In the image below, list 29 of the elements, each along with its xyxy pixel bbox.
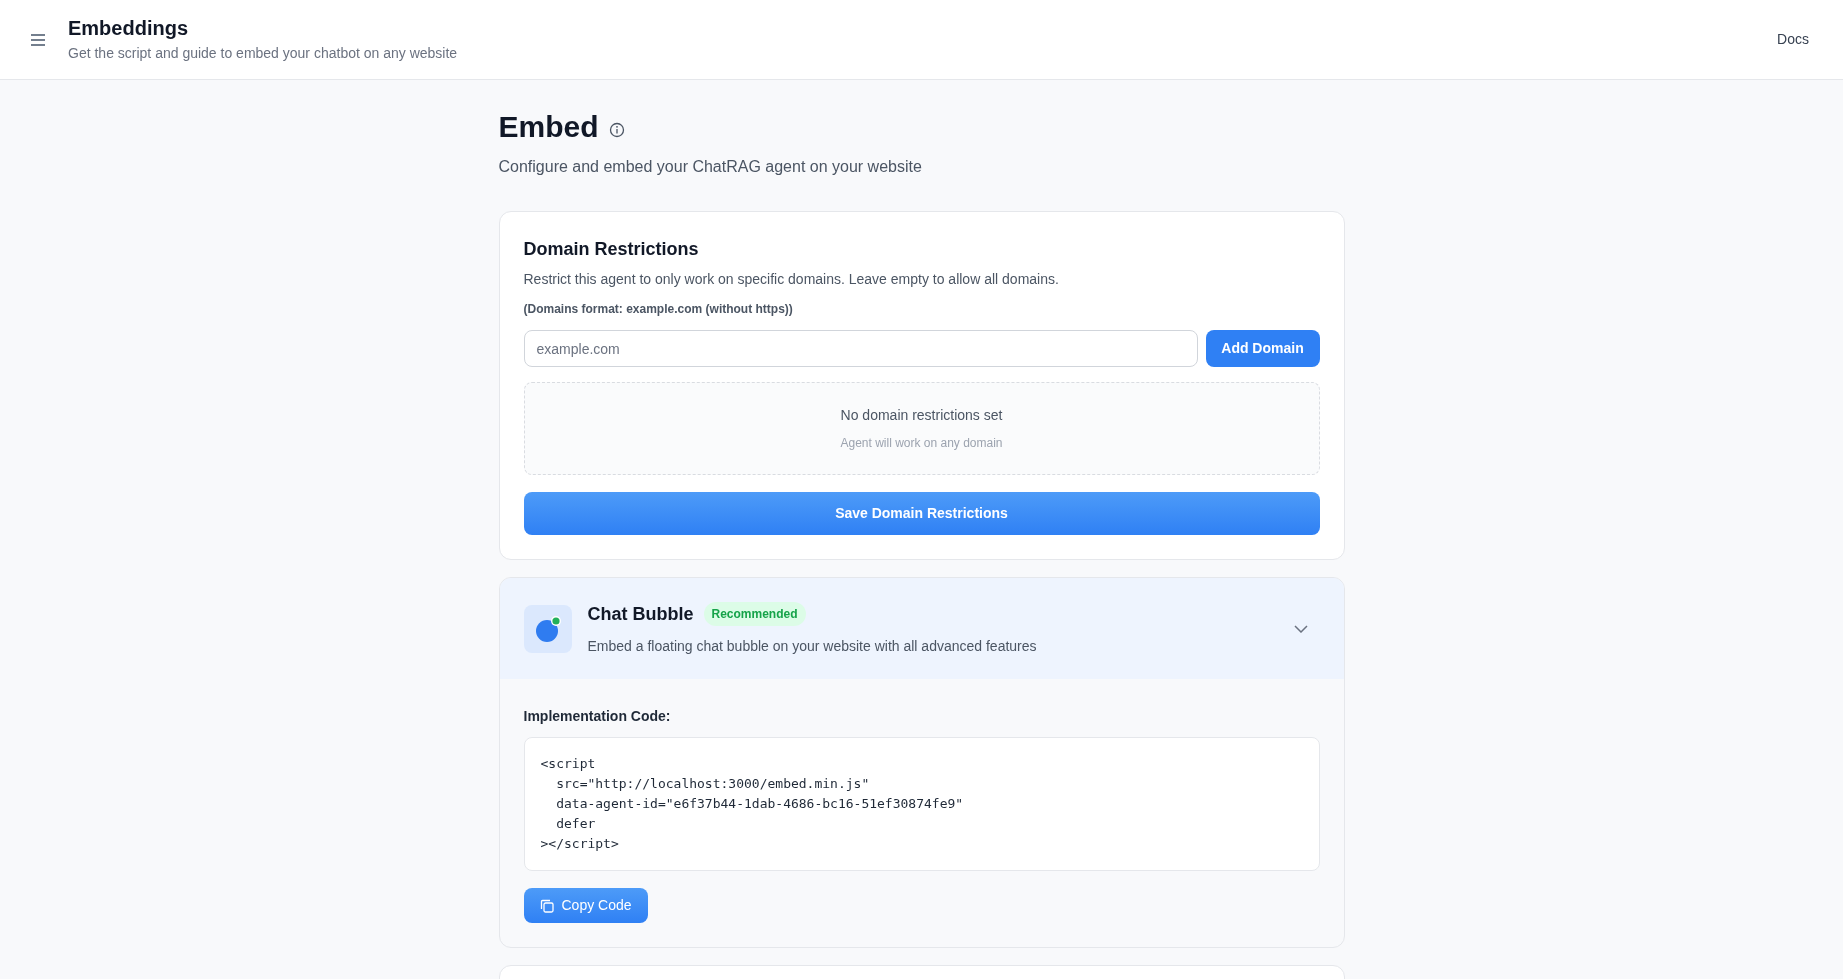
card-description: Restrict this agent to only work on specific domains. Leave empty to allow all domains. <box>523 270 1060 289</box>
code-line: src="http://localhost:3000/embed.min.js" <box>555 775 871 793</box>
option-description: Embed a floating chat bubble on your website with all advanced features <box>587 636 1037 656</box>
copy-code-button[interactable]: Copy Code <box>523 888 648 923</box>
empty-title: No domain restrictions set <box>840 406 1003 425</box>
empty-subtitle: Agent will work on any domain <box>840 435 1003 452</box>
menu-icon[interactable] <box>30 32 46 47</box>
section-subtitle: Configure and embed your ChatRAG agent on your website <box>498 157 923 177</box>
copy-icon <box>539 898 554 913</box>
info-icon[interactable] <box>608 121 625 138</box>
docs-link[interactable]: Docs <box>1777 29 1809 50</box>
card-title: Domain Restrictions <box>523 238 700 261</box>
chat-bubble-icon <box>523 604 572 653</box>
embed-card-header[interactable]: Chat Bubble Recommended Embed a floating chat bubble on your website with all advanced features <box>499 578 1344 679</box>
option-title: Chat Bubble <box>587 602 694 626</box>
section-title: Embed <box>498 109 599 145</box>
code-line: defer <box>555 815 597 833</box>
code-line: <script <box>540 755 597 773</box>
chevron-icon[interactable] <box>1293 624 1308 633</box>
code-label: Implementation Code: <box>523 707 672 726</box>
code-line: data-agent-id="e6f37b44-1dab-4686-bc16-51ef30874fe9" <box>555 795 965 813</box>
format-note: (Domains format: example.com (without https)) <box>523 301 794 318</box>
recommended-badge: Recommended <box>703 602 806 626</box>
page-subtitle: Get the script and guide to embed your chatbot on any website <box>68 43 458 63</box>
page-title: Embeddings <box>68 15 189 41</box>
add-domain-button[interactable]: Add Domain <box>1205 330 1320 367</box>
code-line: ></script> <box>540 835 620 853</box>
save-button[interactable]: Save Domain Restrictions <box>523 492 1320 535</box>
domain-input[interactable]: example.com <box>523 330 1198 367</box>
